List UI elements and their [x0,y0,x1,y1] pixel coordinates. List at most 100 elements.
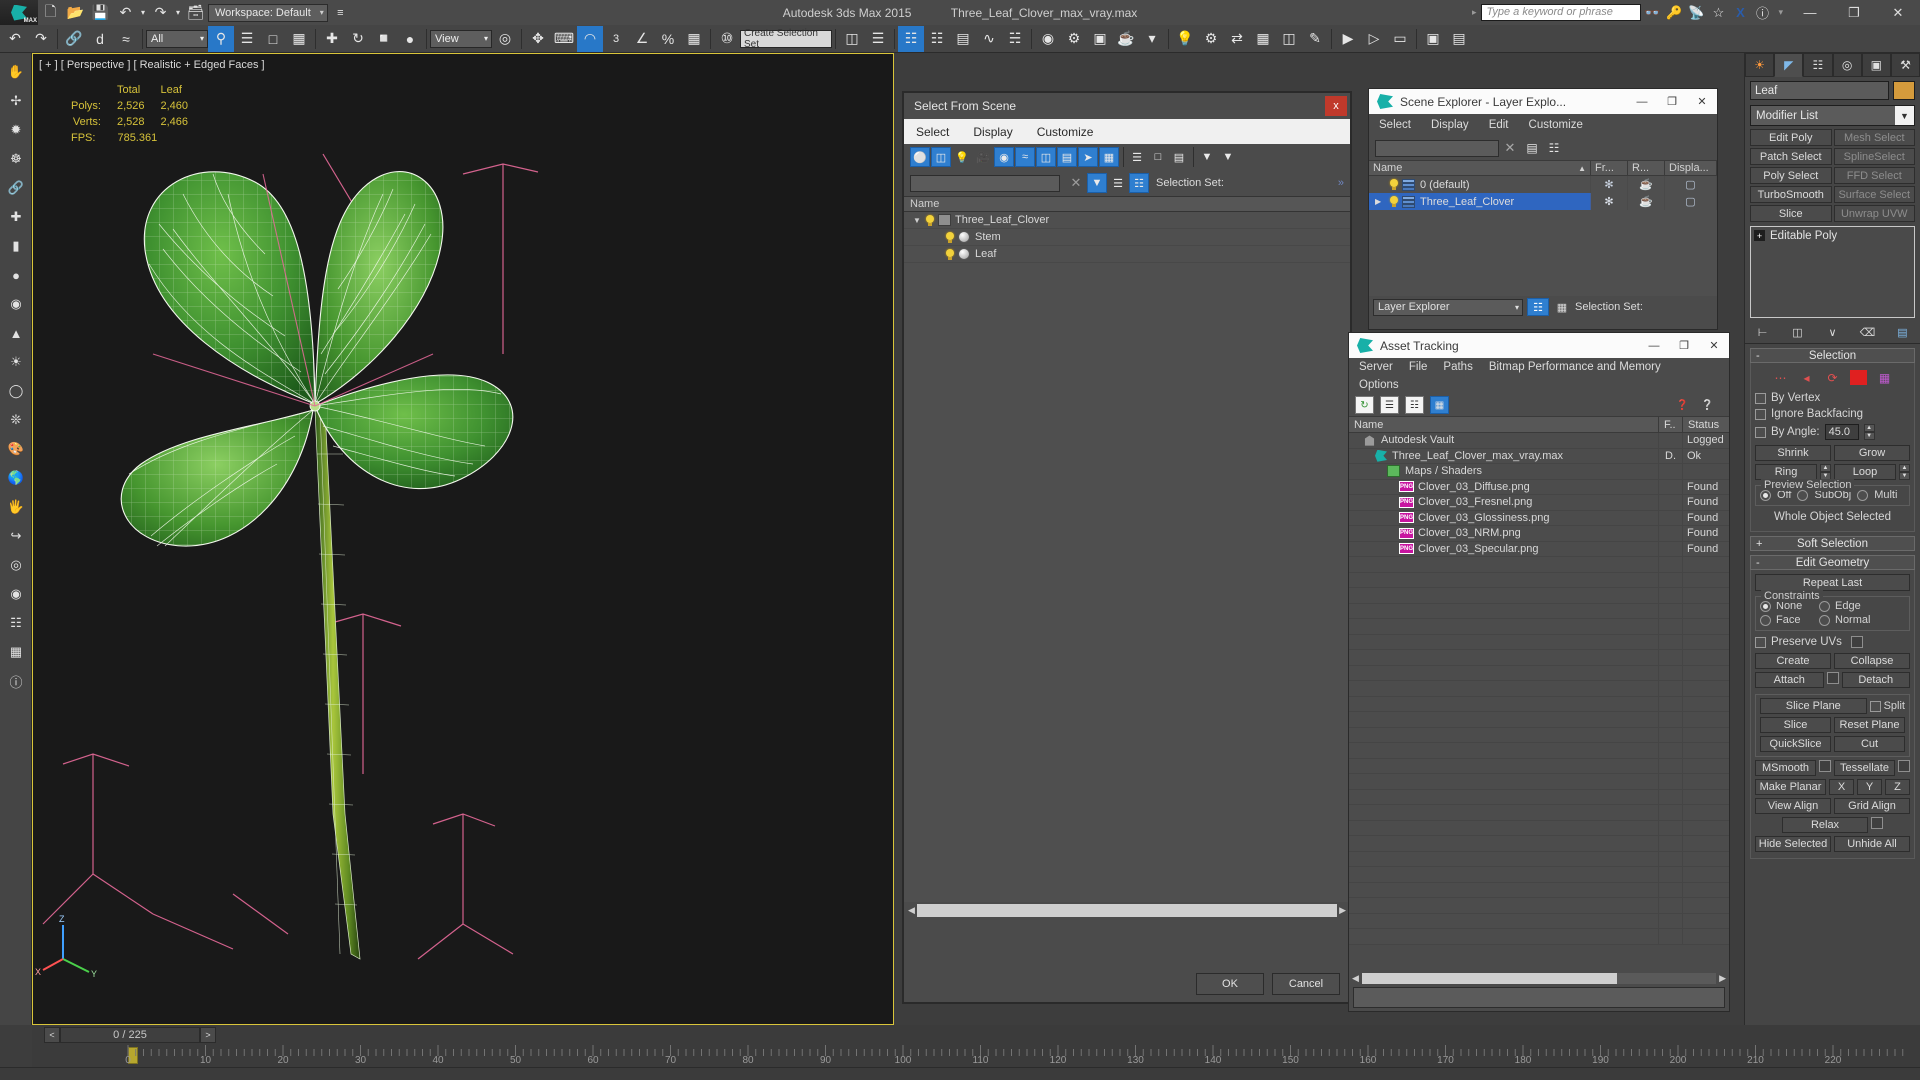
project-folder-icon[interactable]: 🗃 [183,0,208,25]
split-checkbox[interactable] [1869,700,1881,712]
by-angle-row[interactable]: By Angle: 45.0 ▲ ▼ [1755,422,1910,442]
display-geometry-icon[interactable]: ⚪ [910,147,930,167]
redo-dropdown-icon[interactable]: ▾ [173,0,183,25]
menu-customize[interactable]: Customize [1037,125,1094,139]
tree-item-stem[interactable]: Stem [904,229,1350,246]
create-button[interactable]: Create [1755,653,1831,669]
scene-explorer-window[interactable]: Scene Explorer - Layer Explo... — ❐ ✕ Se… [1368,88,1718,330]
satellite-icon[interactable]: 📡 [1685,2,1707,24]
undo-icon[interactable]: ↶ [113,0,138,25]
menu-display[interactable]: Display [973,125,1012,139]
repeat-last-button[interactable]: Repeat Last [1755,574,1910,591]
render-iterative-icon[interactable]: ▶ [1335,26,1361,52]
help-web-icon[interactable]: ❓ [1673,396,1692,414]
rect-select-region-icon[interactable]: □ [260,26,286,52]
polygon-icon[interactable] [1850,370,1867,385]
undo-dropdown-icon[interactable]: ▾ [138,0,148,25]
display-containers-icon[interactable]: ▦ [1099,147,1119,167]
radio-subobj[interactable] [1797,489,1809,501]
motion-tab[interactable]: ◎ [1832,53,1862,77]
radio-face[interactable] [1760,614,1771,626]
find-input[interactable] [1375,139,1499,157]
select-rotate-icon[interactable]: ↻ [345,26,371,52]
preserve-uvs-settings-icon[interactable] [1850,636,1863,648]
percent-snap-icon[interactable]: % [655,26,681,52]
layers-icon[interactable]: ☷ [1527,298,1549,316]
modify-tab[interactable]: ◤ [1774,53,1804,77]
exchange-icon[interactable]: X [1729,2,1751,24]
prev-frame-button[interactable]: < [44,1027,60,1043]
unhide-all-button[interactable]: Unhide All [1834,836,1910,852]
loop-spinner[interactable]: ▲ ▼ [1899,464,1910,480]
list-view-icon[interactable]: ☰ [1380,396,1399,414]
checkbox[interactable] [1755,392,1766,404]
rollout-header-selection[interactable]: - Selection [1750,348,1915,363]
minimize-button[interactable]: — [1639,333,1669,358]
column-name[interactable]: Name ▲ [1369,161,1591,175]
next-frame-button[interactable]: > [200,1027,216,1043]
light-bulb-icon[interactable] [1388,178,1400,191]
modifier-spline-select[interactable]: SplineSelect [1833,148,1915,165]
table-row[interactable]: PNG Clover_03_Specular.png Found [1349,541,1729,557]
light-bulb-icon[interactable] [1388,195,1400,208]
relax-settings-icon[interactable] [1871,817,1883,829]
display-frozen-icon[interactable]: ☰ [1127,147,1147,167]
slice-button[interactable]: Slice [1760,717,1831,733]
material-editor-icon[interactable]: ◉ [1035,26,1061,52]
cube-icon[interactable]: ▮ [2,232,30,260]
frame-counter[interactable]: 0 / 225 [60,1027,200,1043]
display-helpers-icon[interactable]: ◉ [994,147,1014,167]
graph-editor-icon[interactable]: ☷ [924,26,950,52]
scroll-right-arrow[interactable]: ▶ [1339,905,1346,916]
modifier-patch-select[interactable]: Patch Select [1750,148,1832,165]
select-and-manipulate-icon[interactable]: ✥ [525,26,551,52]
expander-icon[interactable]: ▼ [910,216,924,225]
rollout-header-edit-geometry[interactable]: - Edit Geometry [1750,555,1915,570]
star-icon[interactable]: ☆ [1707,2,1729,24]
table-row[interactable]: Autodesk Vault Logged [1349,433,1729,449]
column-display[interactable]: Displa... [1665,161,1717,175]
scene-tree[interactable]: ▼ Three_Leaf_Clover Stem Leaf [904,212,1350,902]
display-all-icon[interactable]: ▤ [1169,147,1189,167]
chevron-down-icon[interactable]: ▼ [1895,106,1914,125]
hide-selected-button[interactable]: Hide Selected [1755,836,1831,852]
toggle-layer-explorer-icon[interactable]: ☷ [898,25,924,52]
globe-icon[interactable]: 🌎 [2,464,30,492]
radio-none[interactable] [1760,600,1771,612]
schematic-view-icon[interactable]: ☵ [1002,26,1028,52]
expander-icon[interactable]: ▶ [1375,197,1388,206]
column-render[interactable]: R... [1628,161,1665,175]
clear-find-icon[interactable]: ✕ [1066,173,1086,193]
undo-icon[interactable]: ↶ [2,26,28,52]
layer-manage-icon[interactable]: ☷ [1543,141,1565,155]
script-icon[interactable]: ✎ [1302,26,1328,52]
teapot-icon[interactable]: ☕ [1628,193,1665,210]
workspace-selector[interactable]: Workspace: Default [208,3,328,22]
cancel-button[interactable]: Cancel [1272,973,1340,995]
menu-paths[interactable]: Paths [1443,361,1472,373]
modifier-stack[interactable]: + Editable Poly [1750,226,1915,318]
minimize-button[interactable]: — [1788,0,1832,25]
checkbox[interactable] [1755,636,1766,648]
table-row[interactable]: 0 (default) ✻ ☕ ▢ [1369,176,1717,193]
radio-edge[interactable] [1819,600,1830,612]
make-planar-z-button[interactable]: Z [1885,779,1910,795]
layers-icon[interactable]: ☷ [2,609,30,637]
sort-list-icon[interactable]: ☰ [1108,173,1128,193]
render-dropdown-icon[interactable]: ▾ [1139,26,1165,52]
border-icon[interactable]: ⟳ [1824,370,1841,385]
select-object-icon[interactable]: ⚲ [208,25,234,52]
modifier-ffd-select[interactable]: FFD Select [1833,167,1915,184]
make-planar-y-button[interactable]: Y [1857,779,1882,795]
close-icon[interactable]: x [1325,96,1347,116]
save-file-icon[interactable]: 💾 [88,0,113,25]
attach-button[interactable]: Attach [1755,672,1824,688]
column-status[interactable]: Status [1683,417,1729,432]
sheet-icon[interactable]: ▦ [1250,26,1276,52]
select-by-name-icon[interactable]: ☰ [234,26,260,52]
gear-icon[interactable]: ⚙ [1198,26,1224,52]
cylinder-icon[interactable]: ◉ [2,290,30,318]
window-crossing-icon[interactable]: ▦ [286,26,312,52]
select-link-icon[interactable]: 🔗 [61,26,87,52]
clear-find-icon[interactable]: ✕ [1499,140,1521,156]
